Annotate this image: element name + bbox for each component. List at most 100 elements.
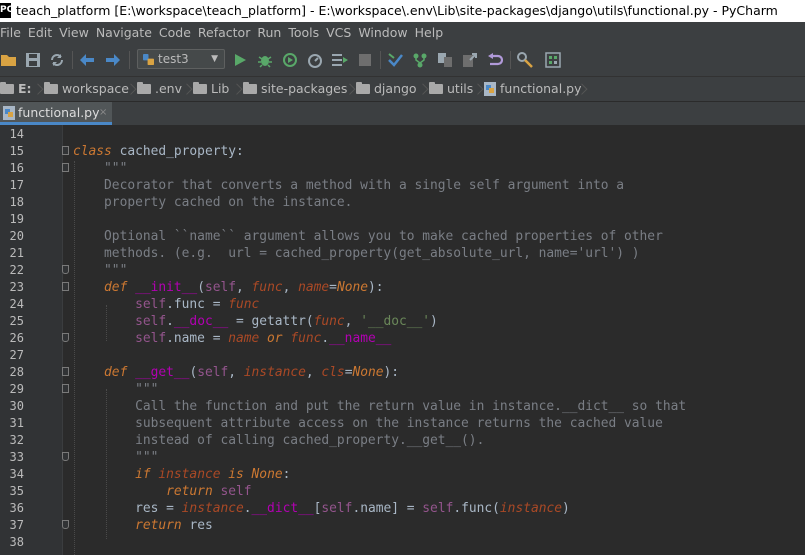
line-number: 36 [9,501,24,515]
code-line: self.name = name or func.__name__ [135,331,392,346]
editor-tab-bar: functional.py × [0,102,805,126]
forward-arrow-icon[interactable] [104,51,122,69]
breadcrumb-file[interactable]: functional.py [484,77,582,101]
run-configuration-select[interactable]: test3 ▼ [137,49,225,69]
fold-marker-icon[interactable] [62,265,69,274]
code-line: def __get__(self, instance, cls=None): [104,365,400,380]
vcs-history-icon[interactable] [461,51,479,69]
fold-marker-icon[interactable] [62,384,69,393]
code-line: Decorator that converts a method with a … [104,178,625,193]
chevron-down-icon: ▼ [211,54,218,64]
line-number: 33 [9,450,24,464]
code-line: Optional ``name`` argument allows you to… [104,229,663,244]
menu-tools[interactable]: Tools [285,22,322,44]
menu-file[interactable]: File [0,22,24,44]
save-icon[interactable] [24,51,42,69]
breadcrumb-env[interactable]: .env [137,77,182,101]
profile-icon[interactable] [306,51,324,69]
tab-label: functional.py [18,105,100,120]
code-line: return res [135,518,213,533]
folder-icon [137,82,151,94]
python-file-icon [3,106,15,120]
line-number: 22 [9,263,24,277]
breadcrumb-workspace[interactable]: workspace [44,77,129,101]
line-number: 28 [9,365,24,379]
menu-window[interactable]: Window [355,22,410,44]
line-number: 23 [9,280,24,294]
back-arrow-icon[interactable] [78,51,96,69]
code-line: """ [104,161,128,176]
fold-marker-icon[interactable] [62,452,69,461]
menu-view[interactable]: View [56,22,92,44]
code-line: if instance is None: [135,467,291,482]
code-line: """ [135,450,159,465]
menu-edit[interactable]: Edit [25,22,55,44]
fold-marker-icon[interactable] [62,282,69,291]
line-number: 25 [9,314,24,328]
breadcrumb-site-packages[interactable]: site-packages [243,77,347,101]
run-config-label: test3 [158,52,189,66]
fold-marker-icon[interactable] [62,367,69,376]
code-line: res = instance.__dict__[self.name] = sel… [135,501,570,516]
debug-icon[interactable] [256,51,274,69]
fold-marker-icon[interactable] [62,333,69,342]
fold-marker-icon[interactable] [62,163,69,172]
breadcrumb-utils[interactable]: utils [429,77,473,101]
folder-icon [243,82,257,94]
settings-icon[interactable] [516,51,534,69]
code-line: """ [135,382,159,397]
stop-icon[interactable] [356,51,374,69]
run-icon[interactable] [231,51,249,69]
breadcrumb-label: .env [155,81,182,96]
breadcrumb-drive[interactable]: E: [0,77,32,101]
line-number: 26 [9,331,24,345]
line-number: 19 [9,212,24,226]
open-folder-icon[interactable] [0,51,18,69]
vcs-commit-icon[interactable] [411,51,429,69]
menu-vcs[interactable]: VCS [323,22,354,44]
build-icon[interactable] [331,51,349,69]
code-line: Call the function and put the return val… [135,399,687,414]
line-number: 35 [9,484,24,498]
line-number: 15 [9,144,24,158]
code-editor[interactable]: 14 15 16 17 18 19 20 21 22 23 24 25 26 2… [0,125,805,555]
code-line: property cached on the instance. [104,195,353,210]
vcs-update-icon[interactable] [386,51,404,69]
line-number: 30 [9,399,24,413]
folder-icon [356,82,370,94]
code-line: class cached_property: [73,144,244,159]
menu-navigate[interactable]: Navigate [93,22,155,44]
line-number: 24 [9,297,24,311]
coverage-icon[interactable] [281,51,299,69]
folder-icon [44,82,58,94]
line-number: 17 [9,178,24,192]
breadcrumb-lib[interactable]: Lib [193,77,229,101]
breadcrumb-label: Lib [211,81,230,96]
fold-marker-icon[interactable] [62,520,69,529]
menu-refactor[interactable]: Refactor [195,22,253,44]
line-number: 27 [9,348,24,362]
python-file-icon [484,82,496,96]
vcs-revert-icon[interactable] [486,51,504,69]
breadcrumb-label: E: [18,81,32,96]
sync-icon[interactable] [48,51,66,69]
menu-run[interactable]: Run [254,22,284,44]
vcs-compare-icon[interactable] [436,51,454,69]
code-line: instead of calling cached_property.__get… [135,433,485,448]
python-config-icon [143,54,154,65]
sdk-icon[interactable] [544,51,562,69]
breadcrumb-label: site-packages [261,81,348,96]
line-number: 34 [9,467,24,481]
line-number: 21 [9,246,24,260]
close-icon[interactable]: × [99,102,107,124]
menu-code[interactable]: Code [156,22,194,44]
tab-functional-py[interactable]: functional.py × [0,102,112,125]
code-line: self.func = func [135,297,260,312]
breadcrumb-django[interactable]: django [356,77,417,101]
fold-marker-icon[interactable] [62,146,69,155]
code-line: methods. (e.g. url = cached_property(get… [104,246,640,261]
window-title-bar: PC teach_platform [E:\workspace\teach_pl… [0,0,805,22]
menu-help[interactable]: Help [412,22,447,44]
menu-bar: File Edit View Navigate Code Refactor Run Tools… [0,22,805,44]
line-number: 32 [9,433,24,447]
